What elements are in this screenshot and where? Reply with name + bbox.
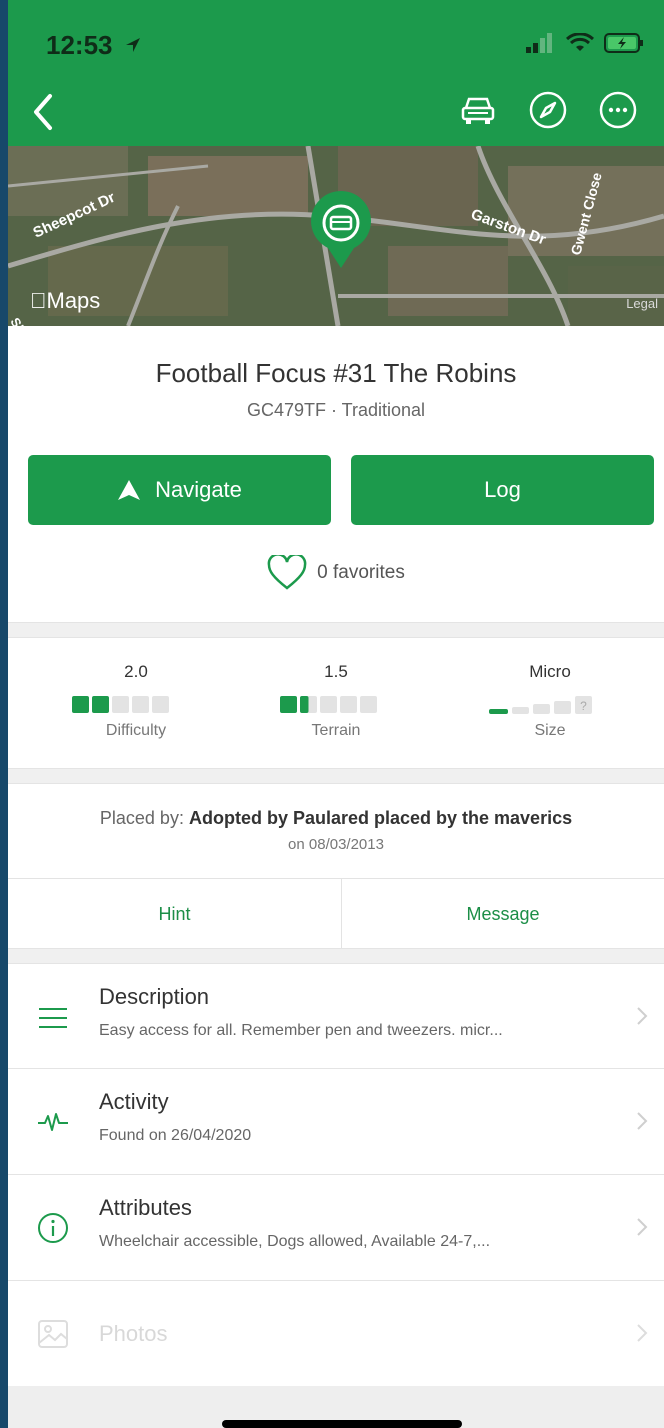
unknown-size-icon: ? [580, 699, 587, 713]
difficulty-bars [72, 696, 169, 713]
placed-by-prefix: Placed by: [99, 808, 184, 828]
attributes-summary: Wheelchair accessible, Dogs allowed, Ava… [99, 1233, 491, 1250]
activity-pulse-icon [38, 1113, 68, 1131]
photos-title: Photos [99, 1321, 168, 1346]
status-indicators [526, 32, 644, 54]
size-rating: Micro ? Size [450, 662, 650, 740]
hint-button[interactable]: Hint [8, 878, 342, 949]
navigate-arrow-icon [118, 480, 141, 500]
heart-icon[interactable] [267, 555, 307, 591]
navigate-button[interactable]: Navigate [28, 455, 331, 525]
size-label: Size [534, 722, 566, 739]
screen: 12:53 Sheepcot Dr Garston Dr Gwent Close… [8, 0, 664, 1428]
terrain-label: Terrain [311, 722, 361, 739]
difficulty-rating: 2.0 Difficulty [36, 662, 236, 740]
apple-logo-icon:  [30, 288, 47, 313]
divider [8, 622, 664, 638]
satellite-map[interactable]: Sheepcot Dr Garston Dr Gwent Close Sheep… [8, 146, 664, 326]
wifi-icon [566, 33, 594, 51]
difficulty-label: Difficulty [105, 722, 167, 739]
cellular-signal-icon [526, 33, 552, 53]
car-icon[interactable] [456, 88, 500, 132]
activity-summary: Found on 26/04/2020 [99, 1127, 252, 1144]
attributes-row[interactable]: Attributes Wheelchair accessible, Dogs a… [8, 1174, 664, 1280]
log-button[interactable]: Log [351, 455, 654, 525]
favorites-count: 0 favorites [317, 562, 405, 583]
message-label: Message [466, 903, 540, 924]
description-row[interactable]: Description Easy access for all. Remembe… [8, 963, 664, 1069]
placed-by: Placed by: Adopted by Paulared placed by… [8, 808, 664, 829]
divider [8, 948, 664, 964]
maps-attribution: Maps [30, 288, 100, 314]
size-value: Micro [529, 662, 571, 681]
maps-text: Maps [30, 288, 101, 313]
battery-icon [604, 33, 643, 53]
navigate-label: Navigate [155, 477, 242, 502]
message-button[interactable]: Message [342, 878, 664, 949]
placed-date: on 08/03/2013 [288, 836, 384, 853]
cache-title: Football Focus #31 The Robins [155, 358, 517, 388]
difficulty-value: 2.0 [124, 662, 148, 681]
photo-icon [38, 1320, 68, 1348]
photos-row[interactable]: Photos [8, 1280, 664, 1386]
location-arrow-icon [125, 38, 140, 52]
terrain-rating: 1.5 Terrain [236, 662, 436, 740]
chevron-right-icon [637, 1007, 648, 1025]
compass-icon[interactable] [526, 88, 570, 132]
description-icon [39, 1008, 67, 1028]
attributes-title: Attributes [99, 1195, 192, 1220]
chevron-right-icon [637, 1218, 648, 1236]
favorites[interactable]: 0 favorites [8, 555, 664, 591]
status-time-text: 12:53 [46, 30, 113, 60]
terrain-bars [280, 696, 377, 713]
header-bar: 12:53 [8, 0, 664, 146]
info-icon [38, 1213, 68, 1243]
terrain-value: 1.5 [324, 662, 348, 681]
more-icon[interactable] [596, 88, 640, 132]
header-actions [456, 88, 640, 132]
description-preview: Easy access for all. Remember pen and tw… [99, 1022, 503, 1039]
status-time: 12:53 [46, 30, 142, 61]
activity-title: Activity [99, 1089, 169, 1114]
log-label: Log [484, 477, 521, 502]
placed-by-owner[interactable]: Adopted by Paulared placed by the maveri… [189, 808, 572, 828]
chevron-right-icon [637, 1112, 648, 1130]
description-title: Description [99, 984, 210, 1009]
home-indicator[interactable] [222, 1420, 462, 1428]
divider [8, 768, 664, 784]
activity-row[interactable]: Activity Found on 26/04/2020 [8, 1068, 664, 1174]
cache-pin-icon[interactable] [306, 190, 376, 270]
legal-link[interactable]: Legal [626, 296, 658, 311]
cache-code-type: GC479TF · Traditional [246, 400, 426, 420]
back-icon[interactable] [26, 92, 62, 132]
chevron-right-icon [637, 1324, 648, 1342]
size-bars: ? [489, 696, 592, 714]
hint-label: Hint [158, 903, 191, 924]
